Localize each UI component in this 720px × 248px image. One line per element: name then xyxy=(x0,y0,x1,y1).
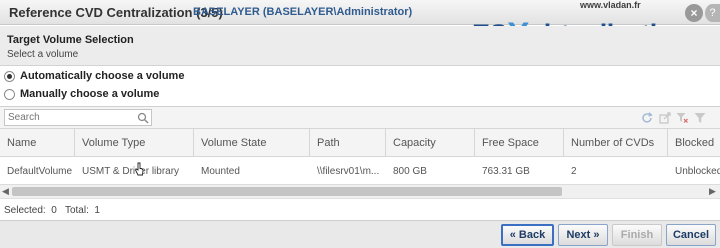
radio-auto-label[interactable]: Automatically choose a volume xyxy=(20,70,184,82)
help-icon[interactable]: ? xyxy=(705,4,720,22)
radio-manual-label[interactable]: Manually choose a volume xyxy=(20,88,159,100)
search-icon[interactable] xyxy=(137,112,149,124)
next-button[interactable]: Next » xyxy=(558,224,608,246)
clear-filter-icon[interactable] xyxy=(676,112,688,124)
column-header-free-space[interactable]: Free Space xyxy=(475,129,564,157)
filter-icon[interactable] xyxy=(694,112,706,124)
finish-button[interactable]: Finish xyxy=(612,224,662,246)
cancel-button[interactable]: Cancel xyxy=(666,224,716,246)
cell-volume-state: Mounted xyxy=(201,166,240,177)
dialog-footer: « Back Next » Finish Cancel xyxy=(0,220,720,248)
radio-manual-volume[interactable]: Manually choose a volume xyxy=(4,87,159,101)
search-input[interactable] xyxy=(4,109,152,126)
column-header-volume-type[interactable]: Volume Type xyxy=(75,129,194,157)
column-header-blocked[interactable]: Blocked xyxy=(668,129,720,157)
radio-auto-volume[interactable]: Automatically choose a volume xyxy=(4,69,184,83)
watermark-url: www.vladan.fr xyxy=(580,0,641,10)
export-icon[interactable] xyxy=(659,112,671,124)
step-subtitle: Select a volume xyxy=(7,49,79,60)
dialog-user: BASELAYER (BASELAYER\Administrator) xyxy=(193,6,413,18)
cell-path: \\filesrv01\m... xyxy=(317,166,380,177)
horizontal-scrollbar[interactable]: ◀ ▶ xyxy=(0,184,720,198)
table-row[interactable]: DefaultVolume USMT & Driver library Moun… xyxy=(0,158,720,185)
scrollbar-thumb[interactable] xyxy=(12,187,562,196)
cell-free-space: 763.31 GB xyxy=(482,166,530,177)
grid-status: Selected: 0 Total: 1 xyxy=(0,198,720,220)
column-header-capacity[interactable]: Capacity xyxy=(386,129,475,157)
column-header-name[interactable]: Name xyxy=(0,129,75,157)
scroll-right-icon[interactable]: ▶ xyxy=(709,186,716,197)
radio-unchecked-icon[interactable] xyxy=(4,88,15,100)
back-button[interactable]: « Back xyxy=(501,224,554,246)
radio-checked-icon[interactable] xyxy=(4,70,15,82)
grid-toolbar xyxy=(0,107,720,129)
column-header-path[interactable]: Path xyxy=(310,129,386,157)
cell-capacity: 800 GB xyxy=(393,166,427,177)
column-header-number-of-cvds[interactable]: Number of CVDs xyxy=(564,129,668,157)
cell-blocked: Unblocked xyxy=(675,166,720,177)
scroll-left-icon[interactable]: ◀ xyxy=(2,186,9,197)
step-title: Target Volume Selection xyxy=(7,34,134,46)
dialog-title: Reference CVD Centralization (3/5) xyxy=(9,5,223,20)
column-header-volume-state[interactable]: Volume State xyxy=(194,129,310,157)
cell-number-of-cvds: 2 xyxy=(571,166,577,177)
cell-name: DefaultVolume xyxy=(7,166,73,177)
refresh-icon[interactable] xyxy=(641,112,653,124)
grid-column-headers: Name Volume Type Volume State Path Capac… xyxy=(0,129,720,157)
mouse-cursor-icon xyxy=(134,162,144,176)
step-header: Target Volume Selection Select a volume xyxy=(0,26,720,66)
selection-count: Selected: 0 Total: 1 xyxy=(4,205,100,216)
